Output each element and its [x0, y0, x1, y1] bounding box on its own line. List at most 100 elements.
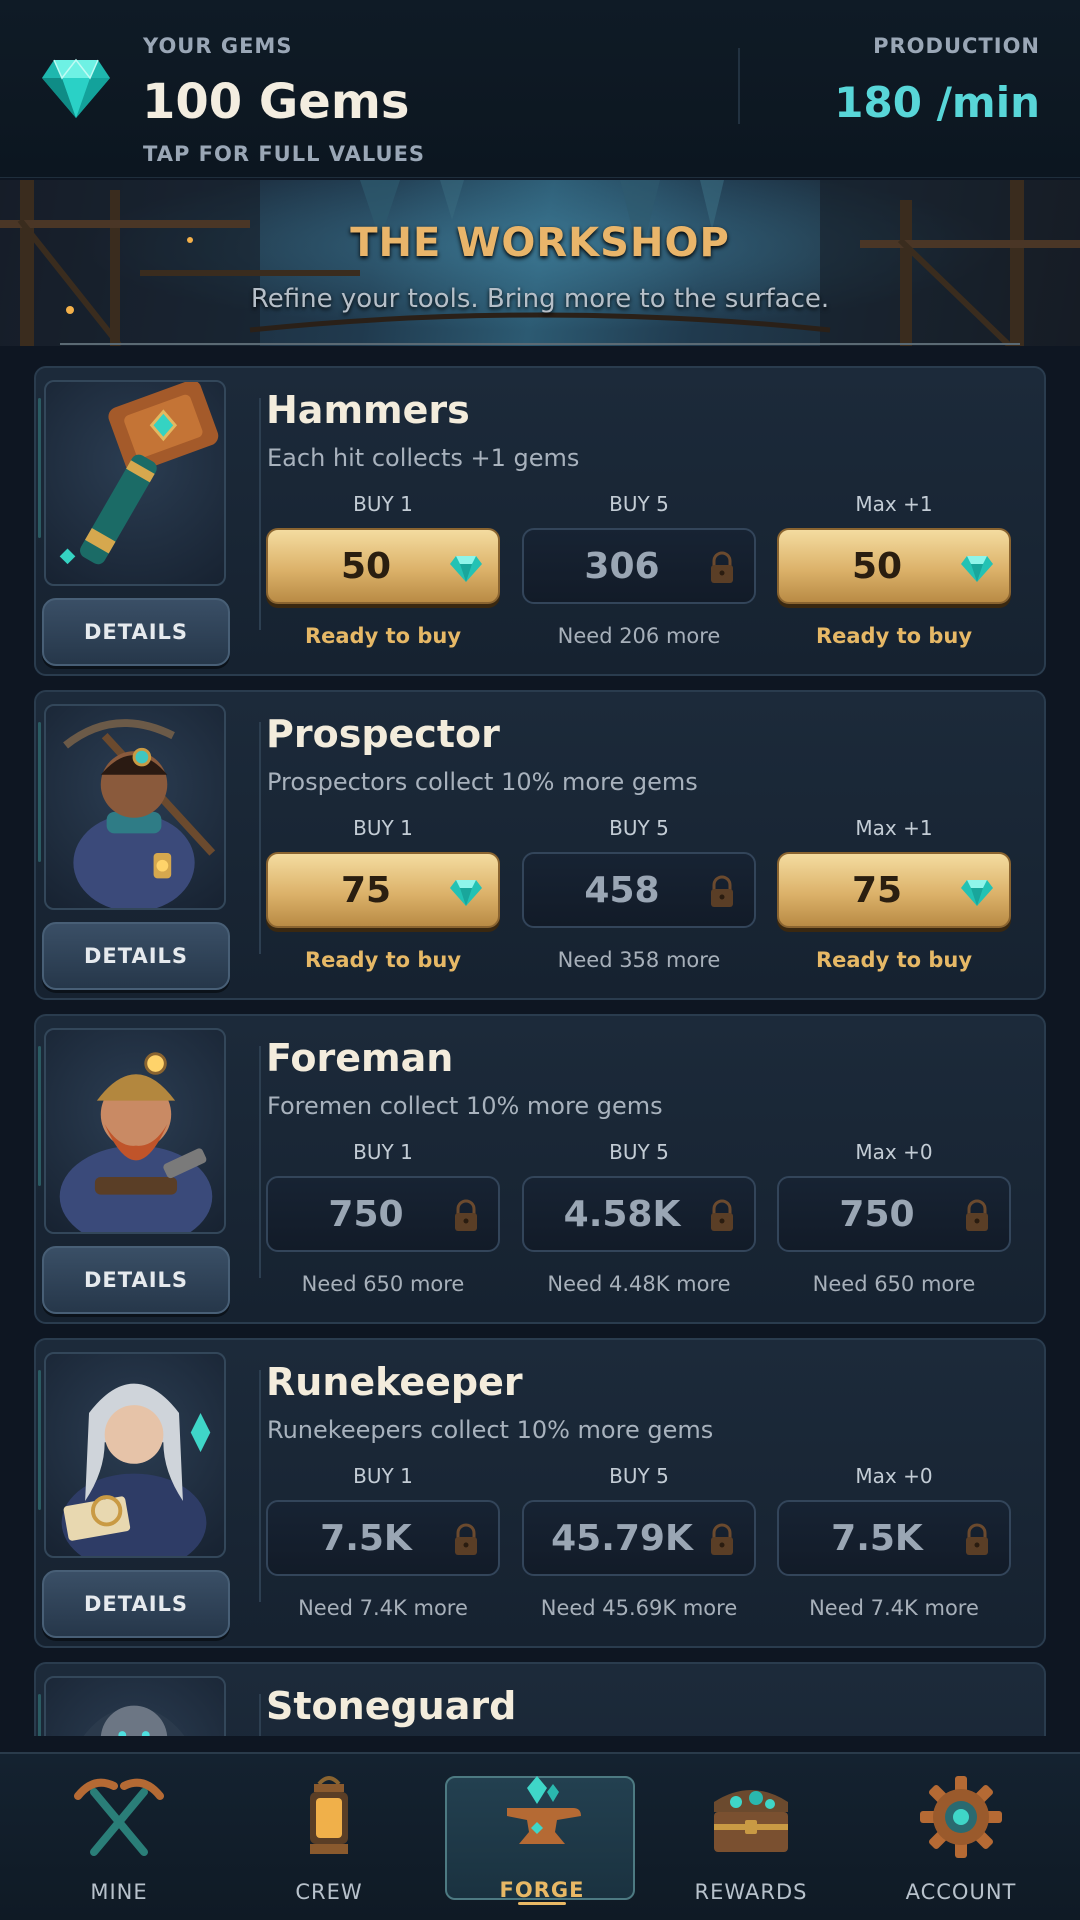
upgrade-card-hammers: DETAILS Hammers Each hit collects +1 gem… — [34, 366, 1046, 676]
banner-divider — [60, 343, 1020, 345]
upgrade-description: Prospectors collect 10% more gems — [267, 768, 698, 796]
gear-icon — [920, 1776, 1002, 1858]
upgrade-card-prospector: DETAILS Prospector Prospectors collect 1… — [34, 690, 1046, 1000]
buy-1-label: BUY 1 — [353, 1464, 413, 1488]
buy-5-label: BUY 5 — [609, 816, 669, 840]
workshop-banner: THE WORKSHOP Refine your tools. Bring mo… — [0, 180, 1080, 346]
lock-icon — [711, 551, 733, 583]
foreman-portrait — [44, 1028, 226, 1234]
gem-icon — [961, 880, 993, 906]
upgrade-card-stoneguard: Stoneguard — [34, 1662, 1046, 1736]
card-accent — [38, 398, 41, 538]
gems-count[interactable]: 100 Gems — [142, 74, 409, 130]
lock-icon — [966, 1199, 988, 1231]
nav-tab-mine[interactable]: MINE — [29, 1754, 209, 1920]
buy-5-status: Need 358 more — [557, 948, 721, 972]
upgrade-title: Runekeeper — [266, 1360, 523, 1404]
buy-max-label: Max +0 — [855, 1464, 933, 1488]
buy-max-label: Max +1 — [855, 492, 933, 516]
cost-value: 7.5K — [831, 1517, 923, 1559]
nav-tab-crew[interactable]: CREW — [239, 1754, 419, 1920]
card-accent — [38, 1694, 41, 1736]
stoneguard-portrait — [44, 1676, 226, 1736]
buy-max-button[interactable]: 50 — [777, 528, 1011, 604]
lock-icon — [711, 875, 733, 907]
buy-max-status: Need 7.4K more — [809, 1596, 979, 1620]
production-label: PRODUCTION — [873, 34, 1040, 58]
details-button[interactable]: DETAILS — [42, 598, 230, 666]
cost-value: 75 — [851, 869, 903, 911]
header-divider — [738, 48, 740, 124]
details-button[interactable]: DETAILS — [42, 922, 230, 990]
buy-max-button[interactable]: 7.5K — [777, 1500, 1011, 1576]
details-button[interactable]: DETAILS — [42, 1570, 230, 1638]
upgrade-list[interactable]: DETAILS Hammers Each hit collects +1 gem… — [0, 346, 1080, 1736]
cost-value: 45.79K — [551, 1517, 693, 1559]
full-values-hint[interactable]: TAP FOR FULL VALUES — [143, 142, 425, 166]
buy-5-button[interactable]: 4.58K — [522, 1176, 756, 1252]
cost-value: 50 — [851, 545, 903, 587]
upgrade-description: Runekeepers collect 10% more gems — [267, 1416, 714, 1444]
upgrade-card-runekeeper: DETAILS Runekeeper Runekeepers collect 1… — [34, 1338, 1046, 1648]
cost-value: 750 — [328, 1193, 404, 1235]
buy-1-button[interactable]: 75 — [266, 852, 500, 928]
buy-1-label: BUY 1 — [353, 492, 413, 516]
buy-5-button[interactable]: 458 — [522, 852, 756, 928]
cost-value: 7.5K — [320, 1517, 412, 1559]
buy-1-button[interactable]: 750 — [266, 1176, 500, 1252]
banner-title: THE WORKSHOP — [350, 220, 730, 266]
buy-1-status: Need 650 more — [301, 1272, 465, 1296]
buy-1-status: Ready to buy — [304, 948, 462, 972]
treasure-chest-icon — [714, 1790, 788, 1852]
buy-max-button[interactable]: 75 — [777, 852, 1011, 928]
lantern-icon — [310, 1776, 348, 1854]
card-divider — [259, 722, 261, 954]
buy-max-label: Max +0 — [855, 1140, 933, 1164]
nav-tab-forge[interactable]: FORGE — [445, 1776, 635, 1905]
cost-value: 458 — [584, 869, 660, 911]
nav-tab-rewards[interactable]: REWARDS — [661, 1754, 841, 1920]
buy-5-label: BUY 5 — [609, 492, 669, 516]
anvil-icon — [507, 1776, 581, 1844]
buy-1-label: BUY 1 — [353, 1140, 413, 1164]
buy-1-status: Ready to buy — [304, 624, 462, 648]
buy-5-status: Need 4.48K more — [547, 1272, 731, 1296]
gem-icon — [450, 880, 482, 906]
buy-5-button[interactable]: 306 — [522, 528, 756, 604]
nav-tab-account[interactable]: ACCOUNT — [871, 1754, 1051, 1920]
card-divider — [259, 1694, 261, 1736]
nav-label: CREW — [295, 1880, 363, 1904]
prospector-portrait — [44, 704, 226, 910]
lock-icon — [966, 1523, 988, 1555]
active-tab-indicator — [518, 1902, 566, 1905]
card-accent — [38, 1370, 41, 1510]
nav-label: FORGE — [499, 1878, 585, 1902]
upgrade-description: Each hit collects +1 gems — [267, 444, 580, 472]
upgrade-title: Foreman — [266, 1036, 454, 1080]
gems-label: YOUR GEMS — [143, 34, 293, 58]
upgrade-title: Hammers — [266, 388, 470, 432]
card-divider — [259, 1370, 261, 1602]
card-divider — [259, 398, 261, 630]
production-rate: 180 /min — [834, 78, 1040, 127]
gem-icon — [450, 556, 482, 582]
upgrade-card-foreman: DETAILS Foreman Foremen collect 10% more… — [34, 1014, 1046, 1324]
banner-subtitle: Refine your tools. Bring more to the sur… — [250, 284, 830, 314]
buy-max-button[interactable]: 750 — [777, 1176, 1011, 1252]
nav-label: ACCOUNT — [905, 1880, 1017, 1904]
lock-icon — [711, 1199, 733, 1231]
upgrade-title: Prospector — [266, 712, 500, 756]
gem-icon — [42, 58, 110, 118]
buy-1-status: Need 7.4K more — [298, 1596, 468, 1620]
top-status-bar: YOUR GEMS 100 Gems TAP FOR FULL VALUES P… — [0, 0, 1080, 178]
pickaxes-icon — [74, 1778, 164, 1856]
buy-1-button[interactable]: 50 — [266, 528, 500, 604]
lock-icon — [711, 1523, 733, 1555]
buy-max-status: Ready to buy — [815, 948, 973, 972]
buy-5-status: Need 206 more — [557, 624, 721, 648]
upgrade-description: Foremen collect 10% more gems — [267, 1092, 663, 1120]
buy-1-button[interactable]: 7.5K — [266, 1500, 500, 1576]
buy-5-button[interactable]: 45.79K — [522, 1500, 756, 1576]
details-button[interactable]: DETAILS — [42, 1246, 230, 1314]
runekeeper-portrait — [44, 1352, 226, 1558]
